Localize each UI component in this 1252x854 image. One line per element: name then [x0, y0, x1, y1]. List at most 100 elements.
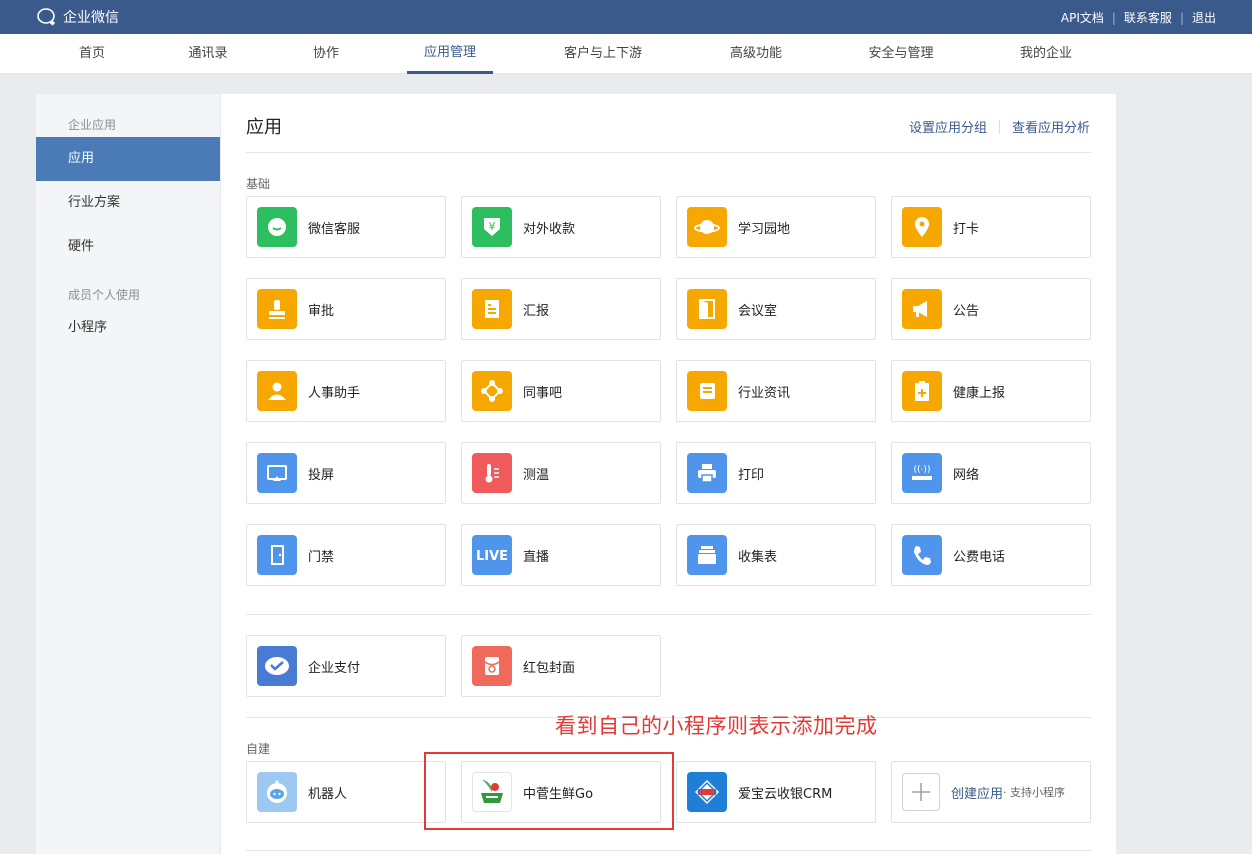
nav-security[interactable]: 安全与管理: [856, 34, 946, 74]
app-label: 机器人: [308, 786, 348, 802]
location-pin-icon: [902, 207, 942, 247]
create-app-label: 创建应用: [951, 786, 1004, 802]
red-envelope-icon: [472, 646, 512, 686]
top-links: API文档 | 联系客服 | 退出: [1061, 9, 1216, 26]
view-app-analysis-link[interactable]: 查看应用分析: [1012, 117, 1090, 136]
app-label: 审批: [308, 303, 335, 319]
app-card[interactable]: ¥ 对外收款: [461, 196, 661, 258]
aibao-logo-icon: [687, 772, 727, 812]
wecom-logo-icon: [36, 7, 58, 27]
app-card[interactable]: 机器人: [246, 761, 446, 823]
app-card[interactable]: 红包封面: [461, 635, 661, 697]
create-app-sub: · 支持小程序: [1003, 786, 1066, 799]
annotation-highlight-box: [424, 752, 674, 830]
nav-collaboration[interactable]: 协作: [296, 34, 356, 74]
app-card[interactable]: 人事助手: [246, 360, 446, 422]
link-separator: |: [1179, 10, 1184, 25]
app-card[interactable]: 同事吧: [461, 360, 661, 422]
app-card[interactable]: 门禁: [246, 524, 446, 586]
sidebar-item-apps[interactable]: 应用: [36, 137, 220, 181]
robot-icon: [257, 772, 297, 812]
app-card[interactable]: 投屏: [246, 442, 446, 504]
app-card[interactable]: 打卡: [891, 196, 1091, 258]
news-icon: [687, 371, 727, 411]
create-app-card[interactable]: 创建应用 · 支持小程序: [891, 761, 1091, 823]
section-label-basic: 基础: [246, 177, 271, 191]
sidebar-item-hardware[interactable]: 硬件: [36, 225, 220, 269]
app-label: 收集表: [738, 549, 778, 565]
app-label: 人事助手: [308, 385, 361, 401]
section-divider: [246, 614, 1091, 615]
section-label-custom: 自建: [246, 742, 271, 756]
app-label: 行业资讯: [738, 385, 791, 401]
nav-home[interactable]: 首页: [62, 34, 122, 74]
app-label: 微信客服: [308, 221, 361, 237]
sidebar-item-industry[interactable]: 行业方案: [36, 181, 220, 225]
svg-text:¥: ¥: [489, 220, 496, 233]
app-label: 打印: [738, 467, 765, 483]
person-icon: [257, 371, 297, 411]
app-card[interactable]: ((·)) 网络: [891, 442, 1091, 504]
app-label: 企业支付: [308, 660, 361, 676]
printer-icon: [687, 453, 727, 493]
report-doc-icon: [472, 289, 512, 329]
nav-customers[interactable]: 客户与上下游: [552, 34, 654, 74]
nav-app-management[interactable]: 应用管理: [407, 34, 493, 74]
app-card[interactable]: 微信客服: [246, 196, 446, 258]
app-card[interactable]: 健康上报: [891, 360, 1091, 422]
app-card[interactable]: 收集表: [676, 524, 876, 586]
plus-icon: [902, 773, 940, 811]
app-card[interactable]: LIVE 直播: [461, 524, 661, 586]
network-icon: [472, 371, 512, 411]
svg-text:LIVE: LIVE: [476, 549, 508, 564]
screen-cast-icon: [257, 453, 297, 493]
svg-text:((·)): ((·)): [914, 465, 931, 475]
nav-contacts[interactable]: 通讯录: [178, 34, 238, 74]
wechat-service-icon: [257, 207, 297, 247]
brand[interactable]: 企业微信: [36, 7, 119, 27]
app-label: 公费电话: [953, 549, 1006, 565]
api-docs-link[interactable]: API文档: [1061, 9, 1104, 26]
door-icon: [687, 289, 727, 329]
access-door-icon: [257, 535, 297, 575]
app-card[interactable]: 打印: [676, 442, 876, 504]
app-card[interactable]: 会议室: [676, 278, 876, 340]
app-card[interactable]: 测温: [461, 442, 661, 504]
app-card[interactable]: 公费电话: [891, 524, 1091, 586]
app-label: 会议室: [738, 303, 778, 319]
app-label: 直播: [523, 549, 550, 565]
app-label: 汇报: [523, 303, 550, 319]
section-divider: [246, 850, 1091, 851]
sidebar-group-personal: 成员个人使用: [68, 288, 141, 302]
app-label: 爱宝云收银CRM: [738, 786, 833, 802]
sidebar-item-mini-program[interactable]: 小程序: [36, 306, 220, 350]
app-card[interactable]: 学习园地: [676, 196, 876, 258]
nav-advanced[interactable]: 高级功能: [716, 34, 796, 74]
main-nav: 首页 通讯录 协作 应用管理 客户与上下游 高级功能 安全与管理 我的企业: [0, 34, 1252, 74]
stamp-icon: [257, 289, 297, 329]
app-label: 红包封面: [523, 660, 576, 676]
set-app-group-link[interactable]: 设置应用分组: [909, 117, 987, 136]
app-label: 健康上报: [953, 385, 1006, 401]
app-label: 门禁: [308, 549, 335, 565]
app-card[interactable]: 公告: [891, 278, 1091, 340]
contact-support-link[interactable]: 联系客服: [1124, 9, 1172, 26]
app-label: 投屏: [308, 467, 335, 483]
annotation-note: 看到自己的小程序则表示添加完成: [555, 714, 878, 738]
app-card[interactable]: 行业资讯: [676, 360, 876, 422]
app-card[interactable]: 审批: [246, 278, 446, 340]
app-card[interactable]: 汇报: [461, 278, 661, 340]
page-title: 应用: [246, 117, 282, 138]
app-label: 对外收款: [523, 221, 576, 237]
brand-name: 企业微信: [63, 10, 119, 26]
top-bar: 企业微信 API文档 | 联系客服 | 退出: [0, 0, 1252, 34]
app-label: 打卡: [953, 221, 980, 237]
logout-link[interactable]: 退出: [1192, 9, 1216, 26]
title-divider: [246, 152, 1091, 153]
app-card[interactable]: 爱宝云收银CRM: [676, 761, 876, 823]
app-card[interactable]: 企业支付: [246, 635, 446, 697]
nav-my-enterprise[interactable]: 我的企业: [1008, 34, 1084, 74]
planet-icon: [687, 207, 727, 247]
payment-shield-icon: ¥: [472, 207, 512, 247]
sidebar: 企业应用 应用 行业方案 硬件 成员个人使用 小程序: [36, 94, 221, 854]
